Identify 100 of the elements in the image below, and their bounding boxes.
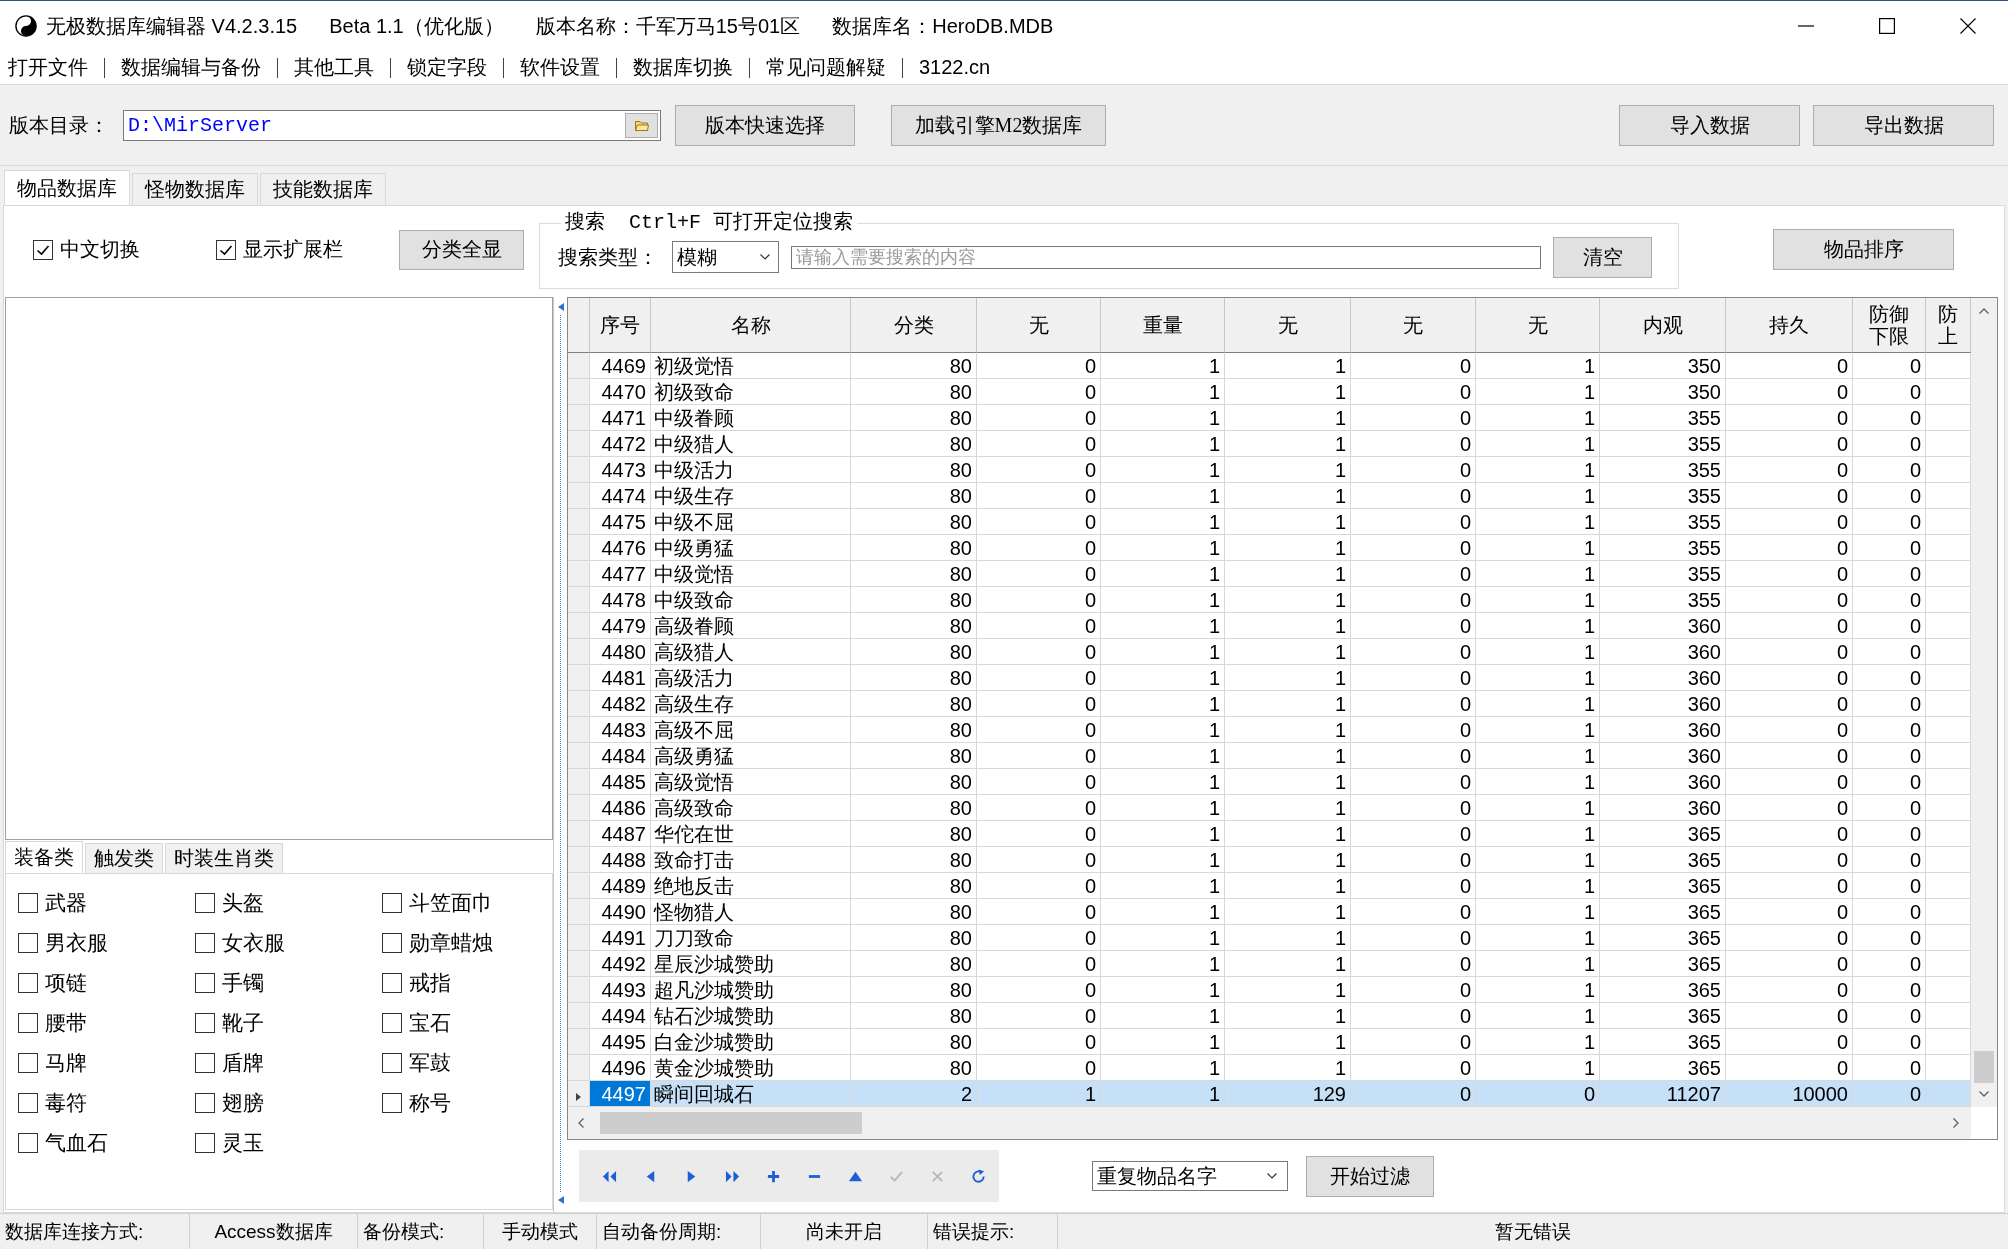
checkbox[interactable]: 气血石 <box>18 1123 195 1163</box>
row-pointer-icon <box>576 1092 581 1101</box>
table-row[interactable]: 4478 中级致命 80 0 1 1 0 1 355 0 0 <box>568 587 1971 613</box>
column-header: 名称 <box>651 298 851 353</box>
table-row[interactable]: 4473 中级活力 80 0 1 1 0 1 355 0 0 <box>568 457 1971 483</box>
column-header: 无 <box>1476 298 1600 353</box>
checkbox[interactable]: 军鼓 <box>382 1043 552 1083</box>
show-all-button[interactable]: 分类全显 <box>399 229 524 270</box>
browse-button[interactable] <box>625 112 658 138</box>
checkbox[interactable]: 翅膀 <box>195 1083 382 1123</box>
search-type-dropdown[interactable]: 模糊 <box>672 241 779 273</box>
checkbox[interactable]: 显示扩展栏 <box>216 236 399 263</box>
status-label: 自动备份周期: <box>597 1214 761 1249</box>
tab[interactable]: 物品数据库 <box>4 170 130 205</box>
table-row[interactable]: 4492 星辰沙城赞助 80 0 1 1 0 1 365 0 0 <box>568 951 1971 977</box>
filter-dropdown[interactable]: 重复物品名字 <box>1092 1161 1288 1191</box>
sort-button[interactable]: 物品排序 <box>1773 229 1954 270</box>
table-row[interactable]: 4471 中级眷顾 80 0 1 1 0 1 355 0 0 <box>568 405 1971 431</box>
menu-item[interactable]: 数据库切换 <box>633 54 733 81</box>
toolbar-button[interactable]: 导出数据 <box>1813 104 1994 146</box>
toolbar-button[interactable]: 导入数据 <box>1619 104 1800 146</box>
yin-yang-icon <box>15 15 37 37</box>
table-row[interactable]: 4488 致命打击 80 0 1 1 0 1 365 0 0 <box>568 847 1971 873</box>
tab[interactable]: 时装生肖类 <box>165 843 283 873</box>
search-field[interactable]: 请输入需要搜索的内容 <box>791 245 1541 269</box>
collapse-arrow-icon[interactable] <box>557 303 564 311</box>
menu-item[interactable]: 3122.cn <box>919 56 991 79</box>
clear-button[interactable]: 清空 <box>1553 236 1652 278</box>
double-left-arrow-icon[interactable] <box>602 1168 617 1184</box>
checkbox[interactable]: 中文切换 <box>33 236 216 263</box>
tab[interactable]: 触发类 <box>85 843 163 873</box>
table-row[interactable]: 4483 高级不屈 80 0 1 1 0 1 360 0 0 <box>568 717 1971 743</box>
checkbox[interactable]: 戒指 <box>382 963 552 1003</box>
table-row[interactable]: 4481 高级活力 80 0 1 1 0 1 360 0 0 <box>568 665 1971 691</box>
checkbox[interactable]: 项链 <box>18 963 195 1003</box>
checkbox[interactable]: 头盔 <box>195 883 382 923</box>
table-row[interactable]: 4470 初级致命 80 0 1 1 0 1 350 0 0 <box>568 379 1971 405</box>
menu-item[interactable]: 打开文件 <box>8 54 88 81</box>
double-right-arrow-icon[interactable] <box>725 1168 740 1184</box>
menu-item[interactable]: 数据编辑与备份 <box>121 54 261 81</box>
scrollbar-thumb[interactable] <box>1974 1051 1994 1083</box>
scroll-left-icon[interactable] <box>578 1118 584 1128</box>
scroll-up-icon[interactable] <box>1979 308 1989 314</box>
column-header: 序号 <box>590 298 651 353</box>
path-field[interactable]: D:\MirServer <box>123 109 661 141</box>
scroll-down-icon[interactable] <box>1979 1091 1989 1097</box>
menu-item[interactable]: 软件设置 <box>520 54 600 81</box>
table-row[interactable]: 4472 中级猎人 80 0 1 1 0 1 355 0 0 <box>568 431 1971 457</box>
checkbox[interactable]: 勋章蜡烛 <box>382 923 552 963</box>
table-row[interactable]: 4480 高级猎人 80 0 1 1 0 1 360 0 0 <box>568 639 1971 665</box>
table-row[interactable]: 4495 白金沙城赞助 80 0 1 1 0 1 365 0 0 <box>568 1029 1971 1055</box>
table-row[interactable]: 4474 中级生存 80 0 1 1 0 1 355 0 0 <box>568 483 1971 509</box>
table-row[interactable]: 4479 高级眷顾 80 0 1 1 0 1 360 0 0 <box>568 613 1971 639</box>
tab[interactable]: 怪物数据库 <box>132 173 258 205</box>
start-filter-button[interactable]: 开始过滤 <box>1306 1155 1434 1197</box>
maximize-icon[interactable] <box>1878 18 1895 34</box>
menu-item[interactable]: 常见问题解疑 <box>766 54 886 81</box>
checkbox[interactable]: 灵玉 <box>195 1123 382 1163</box>
checkbox[interactable]: 斗笠面巾 <box>382 883 552 923</box>
table-row[interactable]: 4486 高级致命 80 0 1 1 0 1 360 0 0 <box>568 795 1971 821</box>
refresh-icon[interactable] <box>971 1168 986 1184</box>
table-row[interactable]: 4477 中级觉悟 80 0 1 1 0 1 355 0 0 <box>568 561 1971 587</box>
scrollbar-thumb[interactable] <box>600 1112 862 1134</box>
table-row[interactable]: 4490 怪物猎人 80 0 1 1 0 1 365 0 0 <box>568 899 1971 925</box>
table-row[interactable]: 4497 瞬间回城石 2 1 1 129 0 0 11207 10000 0 <box>568 1081 1971 1107</box>
checkbox[interactable]: 武器 <box>18 883 195 923</box>
toolbar-button[interactable]: 加载引擎M2数据库 <box>891 104 1106 146</box>
toolbar-button[interactable]: 版本快速选择 <box>675 104 855 146</box>
table-row[interactable]: 4482 高级生存 80 0 1 1 0 1 360 0 0 <box>568 691 1971 717</box>
table-row[interactable]: 4475 中级不屈 80 0 1 1 0 1 355 0 0 <box>568 509 1971 535</box>
tab[interactable]: 技能数据库 <box>260 173 386 205</box>
table-row[interactable]: 4487 华佗在世 80 0 1 1 0 1 365 0 0 <box>568 821 1971 847</box>
table-row[interactable]: 4489 绝地反击 80 0 1 1 0 1 365 0 0 <box>568 873 1971 899</box>
checkbox[interactable]: 宝石 <box>382 1003 552 1043</box>
tab[interactable]: 装备类 <box>5 841 83 873</box>
checkbox[interactable]: 手镯 <box>195 963 382 1003</box>
checkbox[interactable]: 马牌 <box>18 1043 195 1083</box>
close-icon[interactable] <box>1959 18 1976 34</box>
scroll-right-icon[interactable] <box>1953 1118 1959 1128</box>
checkbox[interactable]: 盾牌 <box>195 1043 382 1083</box>
menu-item[interactable]: 锁定字段 <box>407 54 487 81</box>
column-header: 重量 <box>1101 298 1225 353</box>
checkbox[interactable]: 男衣服 <box>18 923 195 963</box>
menu-item[interactable]: 其他工具 <box>294 54 374 81</box>
checkbox[interactable]: 称号 <box>382 1083 552 1123</box>
table-row[interactable]: 4491 刀刀致命 80 0 1 1 0 1 365 0 0 <box>568 925 1971 951</box>
table-row[interactable]: 4476 中级勇猛 80 0 1 1 0 1 355 0 0 <box>568 535 1971 561</box>
minimize-icon[interactable] <box>1797 25 1814 27</box>
table-row[interactable]: 4484 高级勇猛 80 0 1 1 0 1 360 0 0 <box>568 743 1971 769</box>
table-row[interactable]: 4496 黄金沙城赞助 80 0 1 1 0 1 365 0 0 <box>568 1055 1971 1081</box>
table-row[interactable]: 4493 超凡沙城赞助 80 0 1 1 0 1 365 0 0 <box>568 977 1971 1003</box>
checkbox[interactable]: 女衣服 <box>195 923 382 963</box>
table-row[interactable]: 4485 高级觉悟 80 0 1 1 0 1 360 0 0 <box>568 769 1971 795</box>
table-row[interactable]: 4494 钻石沙城赞助 80 0 1 1 0 1 365 0 0 <box>568 1003 1971 1029</box>
checkbox[interactable]: 毒符 <box>18 1083 195 1123</box>
plus-icon[interactable] <box>766 1168 781 1184</box>
checkbox[interactable]: 腰带 <box>18 1003 195 1043</box>
checkbox[interactable]: 靴子 <box>195 1003 382 1043</box>
collapse-arrow-icon[interactable] <box>557 1196 564 1204</box>
table-row[interactable]: 4469 初级觉悟 80 0 1 1 0 1 350 0 0 <box>568 353 1971 379</box>
